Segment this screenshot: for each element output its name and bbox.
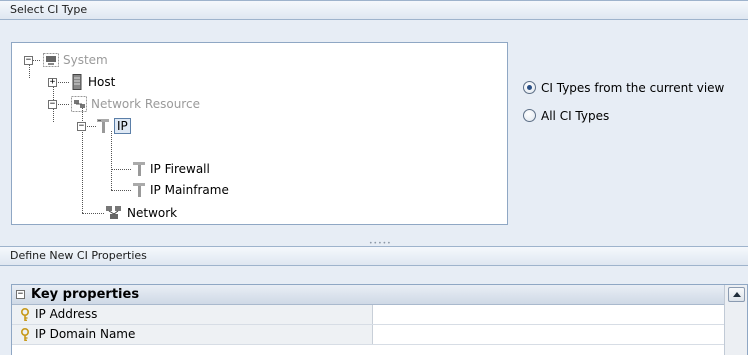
- property-value-cell[interactable]: [373, 305, 724, 324]
- host-expand-toggle[interactable]: +: [48, 78, 57, 87]
- network-resource-icon: [71, 96, 87, 112]
- group-title: Key properties: [31, 287, 140, 302]
- property-name-cell: IP Domain Name: [12, 325, 373, 344]
- tree-node-label: System: [63, 53, 108, 67]
- tree-connector: [111, 131, 112, 190]
- tree-connector: [58, 104, 69, 105]
- tree-node-system[interactable]: System: [43, 51, 133, 69]
- radio-ci-types-current-view[interactable]: CI Types from the current view: [523, 79, 748, 97]
- ip-collapse-toggle[interactable]: −: [77, 122, 86, 131]
- tree-connector: [82, 213, 104, 214]
- select-ci-type-title: Select CI Type: [10, 3, 88, 16]
- tree-node-label: IP Mainframe: [150, 183, 229, 197]
- system-icon: [43, 53, 59, 67]
- tree-node-ip-firewall[interactable]: IP Firewall: [132, 160, 242, 178]
- key-properties-collapse-toggle[interactable]: −: [16, 290, 25, 299]
- tree-node-host[interactable]: Host: [71, 73, 131, 91]
- vertical-scrollbar[interactable]: [724, 285, 747, 355]
- radio-label: All CI Types: [541, 109, 610, 123]
- tree-node-label: IP Firewall: [150, 162, 210, 176]
- tree-node-label: IP: [114, 118, 131, 134]
- select-ci-type-header: Select CI Type: [0, 0, 748, 20]
- radio-selected-dot: [527, 85, 532, 90]
- server-icon: [72, 74, 82, 90]
- radio-all-ci-types[interactable]: All CI Types: [523, 107, 643, 125]
- select-ci-type-section: − System + Host − Network Resource − IP …: [0, 20, 748, 238]
- tree-connector: [111, 169, 131, 170]
- property-row-ip-address[interactable]: IP Address: [12, 305, 724, 325]
- tree-connector: [58, 82, 69, 83]
- properties-grid: − Key properties IP Address IP Domain Na…: [11, 284, 748, 355]
- tree-node-ip-mainframe[interactable]: IP Mainframe: [132, 181, 252, 199]
- tree-node-label: Host: [88, 75, 116, 89]
- panel-splitter[interactable]: •••••: [0, 238, 748, 247]
- property-name: IP Address: [35, 307, 98, 321]
- tree-connector: [87, 126, 96, 127]
- define-ci-properties-title: Define New CI Properties: [10, 249, 147, 262]
- radio-label: CI Types from the current view: [541, 81, 725, 95]
- define-ci-properties-section: − Key properties IP Address IP Domain Na…: [0, 266, 748, 355]
- property-row-ip-domain-name[interactable]: IP Domain Name: [12, 325, 724, 345]
- network-resource-collapse-toggle[interactable]: −: [48, 100, 57, 109]
- tree-node-network-resource[interactable]: Network Resource: [71, 95, 231, 113]
- ip-firewall-icon: [133, 162, 145, 176]
- key-icon: [21, 308, 29, 322]
- key-icon: [21, 328, 29, 342]
- ip-mainframe-icon: [133, 183, 145, 197]
- radio-button[interactable]: [523, 81, 536, 94]
- system-collapse-toggle[interactable]: −: [24, 56, 33, 65]
- network-icon: [106, 206, 121, 219]
- property-name-cell: IP Address: [12, 305, 373, 324]
- key-properties-group[interactable]: − Key properties: [12, 285, 724, 305]
- define-ci-properties-header: Define New CI Properties: [0, 246, 748, 266]
- ip-icon: [97, 119, 109, 133]
- tree-connector: [29, 64, 30, 78]
- property-value-cell[interactable]: [373, 325, 724, 344]
- radio-button[interactable]: [523, 109, 536, 122]
- tree-node-label: Network: [127, 206, 178, 220]
- ci-type-tree[interactable]: − System + Host − Network Resource − IP …: [11, 42, 508, 225]
- scroll-up-arrow-icon[interactable]: [728, 287, 745, 302]
- property-name: IP Domain Name: [35, 327, 136, 341]
- tree-node-ip[interactable]: IP: [96, 117, 146, 135]
- tree-connector: [111, 190, 131, 191]
- tree-node-label: Network Resource: [91, 97, 200, 111]
- tree-node-network[interactable]: Network: [105, 204, 205, 222]
